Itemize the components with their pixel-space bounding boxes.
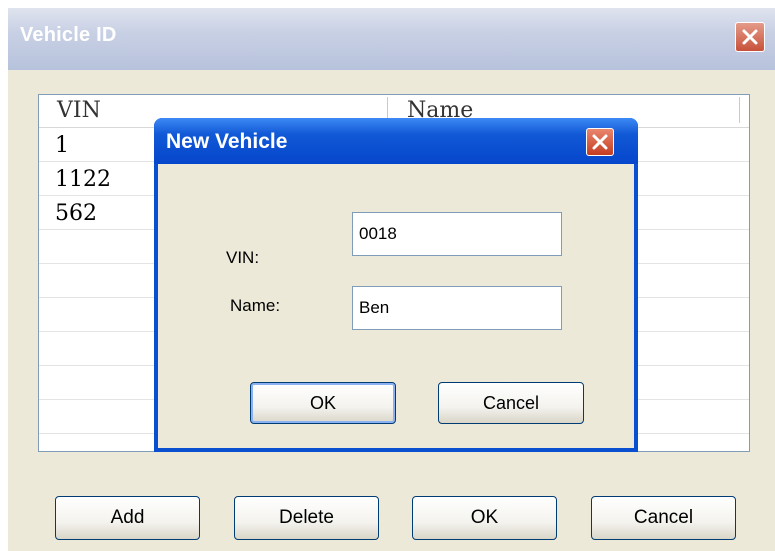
close-icon xyxy=(742,29,758,45)
dialog-cancel-button[interactable]: Cancel xyxy=(438,382,584,424)
column-header-vin[interactable]: VIN xyxy=(57,98,101,123)
add-button[interactable]: Add xyxy=(55,496,200,540)
ok-button[interactable]: OK xyxy=(412,496,557,540)
delete-button[interactable]: Delete xyxy=(234,496,379,540)
inner-close-button[interactable] xyxy=(586,128,614,156)
new-vehicle-title: New Vehicle xyxy=(166,130,288,153)
cancel-button[interactable]: Cancel xyxy=(591,496,736,540)
close-icon xyxy=(592,134,608,150)
vin-field[interactable] xyxy=(352,212,562,256)
list-item-vin[interactable]: 1122 xyxy=(55,167,111,192)
vehicle-id-titlebar[interactable]: Vehicle ID xyxy=(8,8,775,70)
vin-label: VIN: xyxy=(226,248,260,267)
name-field[interactable] xyxy=(352,286,562,330)
vehicle-id-title: Vehicle ID xyxy=(20,24,117,46)
outer-close-button[interactable] xyxy=(735,22,765,52)
list-item-vin[interactable]: 1 xyxy=(55,133,69,158)
new-vehicle-body: VIN: Name: OK Cancel xyxy=(158,164,634,448)
dialog-ok-button[interactable]: OK xyxy=(250,382,396,424)
column-divider-end[interactable] xyxy=(739,97,740,123)
new-vehicle-titlebar[interactable]: New Vehicle xyxy=(154,118,638,164)
name-label: Name: xyxy=(230,296,281,315)
list-item-vin[interactable]: 562 xyxy=(55,201,97,226)
new-vehicle-dialog: New Vehicle VIN: Name: OK Cancel xyxy=(154,118,638,452)
